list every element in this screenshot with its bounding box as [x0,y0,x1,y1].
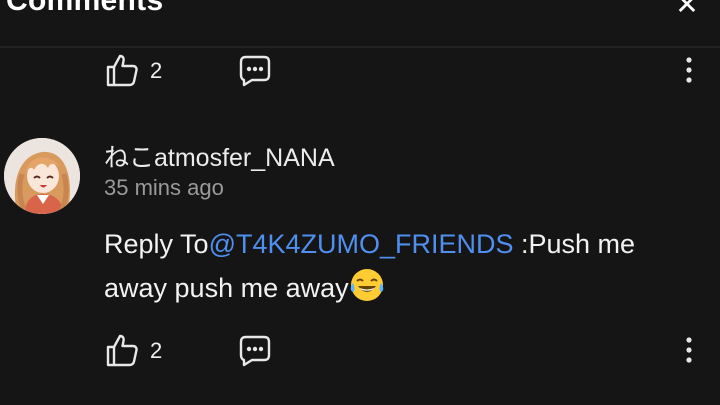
thumbs-up-icon[interactable] [104,52,140,88]
previous-comment-actions: 2 [104,50,704,90]
thumbs-up-icon[interactable] [104,332,140,368]
comment-username[interactable]: ねこatmosfer_NANA [104,138,335,174]
comment-bubble-icon[interactable] [238,53,272,87]
comment-body: Reply To@T4K4ZUMO_FRIENDS :Push me away … [104,222,694,310]
comment-bubble-icon[interactable] [238,333,272,367]
comment-timestamp: 35 mins ago [104,175,224,200]
reply-prefix: Reply To [104,229,209,259]
comments-header: Comments ✕ [0,0,720,48]
like-count: 2 [150,58,163,83]
more-vertical-icon[interactable] [676,334,702,366]
comment-item: ねこatmosfer_NANA 35 mins ago Reply To@T4K… [0,130,720,367]
laughing-tears-emoji-icon: 😂 [350,269,383,301]
close-icon[interactable]: ✕ [672,0,702,20]
avatar-image [4,138,80,214]
comments-title: Comments [6,0,164,17]
comments-panel: Comments ✕ 2 ねこatmosfer_NANA 35 mins ago… [0,0,720,405]
like-count: 2 [150,338,163,363]
mention-link[interactable]: @T4K4ZUMO_FRIENDS [209,229,514,259]
avatar[interactable] [4,138,80,214]
more-vertical-icon[interactable] [676,54,702,86]
comment-actions: 2 [104,330,704,370]
